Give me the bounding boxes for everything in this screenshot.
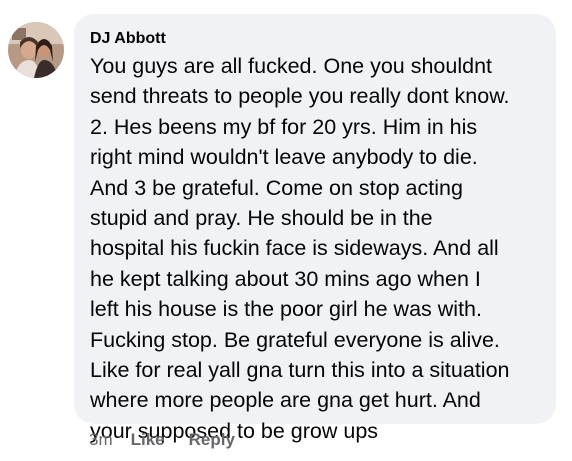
comment-text-line: hospital his fuckin face is sideways. An… (90, 236, 499, 261)
comment-text-line: Like for real yall gna turn this into a … (90, 358, 510, 383)
comment-text-line: send threats to people you really dont k… (90, 84, 510, 109)
comment-text-line: You guys are all fucked. One you shouldn… (90, 54, 493, 78)
reply-button[interactable]: Reply (189, 430, 235, 450)
comment: DJ Abbott You guys are all fucked. One y… (0, 0, 572, 461)
comment-text: You guys are all fucked. One you shouldn… (90, 51, 540, 446)
comment-text-line: where more people are gna get hurt. And (90, 388, 481, 413)
comment-timestamp[interactable]: 3m (89, 430, 113, 450)
comment-text-line: he kept talking about 30 mins ago when I (90, 266, 481, 291)
comment-author[interactable]: DJ Abbott (90, 28, 540, 50)
comment-text-line: And 3 be grateful. Come on stop acting (90, 175, 463, 200)
comment-text-line: Fucking stop. Be grateful everyone is al… (90, 327, 500, 352)
comment-text-line: left his house is the poor girl he was w… (90, 297, 482, 322)
comment-actions: 3m Like Reply (89, 430, 259, 450)
avatar[interactable] (8, 22, 64, 78)
comment-text-line: right mind wouldn't leave anybody to die… (90, 145, 478, 170)
comment-text-line: stupid and pray. He should be in the (90, 206, 433, 231)
profile-photo-icon (8, 22, 64, 78)
comment-bubble: DJ Abbott You guys are all fucked. One y… (74, 14, 556, 443)
like-button[interactable]: Like (131, 430, 165, 450)
comment-text-line: 2. Hes beens my bf for 20 yrs. Him in hi… (90, 114, 478, 139)
